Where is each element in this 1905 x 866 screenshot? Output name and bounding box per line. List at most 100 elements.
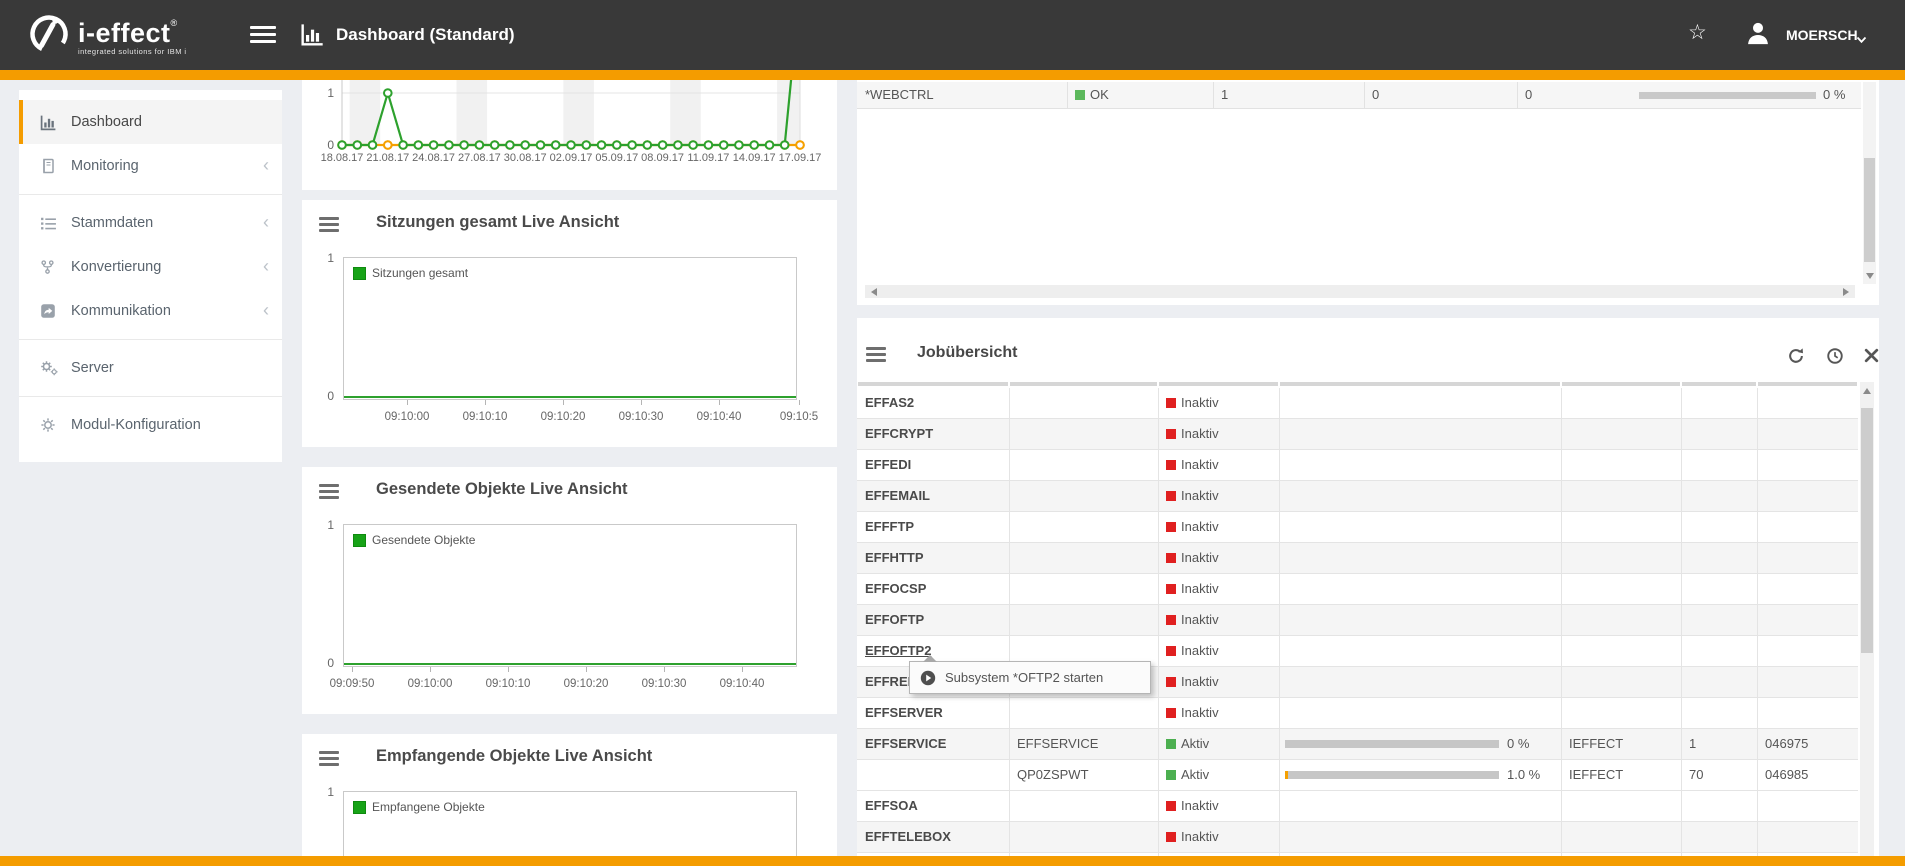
panel-menu-icon[interactable] <box>866 347 886 362</box>
scroll-down-icon[interactable] <box>1866 273 1874 279</box>
scrollbar-thumb[interactable] <box>1861 408 1873 653</box>
panel-menu-icon[interactable] <box>319 751 339 766</box>
panel-menu-icon[interactable] <box>319 217 339 232</box>
table-row[interactable]: *WEBCTRLOK1000 % <box>857 82 1861 109</box>
logo-swoosh-icon <box>26 11 72 62</box>
x-axis-label: 09:10:30 <box>619 411 664 423</box>
column-divider <box>1681 450 1682 480</box>
sidebar-item-server[interactable]: Server <box>19 346 282 390</box>
status-square <box>1166 708 1176 718</box>
subsystem-status-panel: *WEBCTRLOK1000 % <box>857 80 1879 305</box>
subsystem-name: *WEBCTRL <box>865 82 934 108</box>
x-axis-label: 09:10:5 <box>780 411 818 423</box>
status-square <box>1166 677 1176 687</box>
table-row[interactable]: EFFSERVERInaktiv <box>857 698 1858 729</box>
x-axis-label: 09:10:40 <box>720 678 765 690</box>
clock-icon[interactable] <box>1826 347 1844 365</box>
status-badge: Inaktiv <box>1166 667 1219 697</box>
user-avatar-icon[interactable] <box>1744 19 1772 52</box>
sidebar: DashboardMonitoring‹ Stammdaten‹Konvertie… <box>19 90 282 462</box>
column-divider <box>1561 760 1562 790</box>
table-row[interactable]: EFFAS2Inaktiv <box>857 388 1858 419</box>
job-table: EFFAS2InaktivEFFCRYPTInaktivEFFEDIInakti… <box>857 388 1858 856</box>
column-divider <box>1561 605 1562 635</box>
table-row[interactable]: EFFSERVICEEFFSERVICEAktiv0 %IEFFECT10469… <box>857 729 1858 760</box>
column-divider <box>1158 388 1159 418</box>
column-divider <box>1757 760 1758 790</box>
column-divider <box>1681 822 1682 852</box>
table-row[interactable]: EFFOFTPInaktiv <box>857 605 1858 636</box>
table-row[interactable]: EFFCRYPTInaktiv <box>857 419 1858 450</box>
progress-bar <box>1285 771 1499 779</box>
column-divider <box>1279 791 1280 821</box>
column-divider <box>1158 419 1159 449</box>
bar-chart-icon <box>40 114 60 131</box>
table-row[interactable]: EFFFTPInaktiv <box>857 512 1858 543</box>
scroll-up-icon[interactable] <box>1863 388 1871 394</box>
brand-logo[interactable]: i-effect® integrated solutions for IBM i <box>26 11 187 62</box>
column-divider <box>1561 667 1562 697</box>
scroll-right-icon[interactable] <box>1843 288 1849 296</box>
context-action-tooltip[interactable]: Subsystem *OFTP2 starten <box>909 661 1151 694</box>
column-divider <box>1681 729 1682 759</box>
sidebar-item-stammdaten[interactable]: Stammdaten‹ <box>19 201 282 245</box>
table-row[interactable]: QP0ZSPWTAktiv1.0 %IEFFECT70046985 <box>857 760 1858 791</box>
horizontal-scrollbar[interactable] <box>865 285 1855 298</box>
user-menu[interactable]: MOERSCH <box>1786 0 1858 70</box>
close-icon[interactable] <box>1863 347 1879 365</box>
column-divider <box>1681 481 1682 511</box>
menu-toggle-icon[interactable] <box>250 26 276 43</box>
column-divider <box>1681 388 1682 418</box>
vertical-scrollbar[interactable] <box>1860 382 1874 856</box>
live-chart-panel-gesendete: Gesendete Objekte Live Ansicht10Gesendet… <box>302 467 837 714</box>
column-divider <box>1681 543 1682 573</box>
column-divider <box>1158 698 1159 728</box>
column-divider <box>1681 760 1682 790</box>
column-divider <box>1279 636 1280 666</box>
table-row[interactable]: EFFEDIInaktiv <box>857 450 1858 481</box>
table-row[interactable]: EFFHTTPInaktiv <box>857 543 1858 574</box>
column-divider <box>1279 574 1280 604</box>
column-divider <box>1158 543 1159 573</box>
column-divider <box>1561 822 1562 852</box>
vertical-scrollbar[interactable] <box>1863 82 1876 284</box>
chevron-left-icon: ‹ <box>263 256 269 276</box>
x-axis-tick <box>563 400 564 405</box>
header-segment <box>1159 382 1278 386</box>
table-row[interactable]: EFFOCSPInaktiv <box>857 574 1858 605</box>
table-row[interactable]: EFFTELEBOXInaktiv <box>857 822 1858 853</box>
status-badge: Inaktiv <box>1166 698 1219 728</box>
subsystem-name: EFFEMAIL <box>865 481 930 511</box>
chart-legend: Gesendete Objekte <box>353 533 475 547</box>
sidebar-item-modul-konfiguration[interactable]: Modul-Konfiguration <box>19 403 282 447</box>
x-axis-tick <box>352 667 353 672</box>
refresh-icon[interactable] <box>1787 347 1805 365</box>
sidebar-item-konvertierung[interactable]: Konvertierung‹ <box>19 245 282 289</box>
sidebar-item-monitoring[interactable]: Monitoring‹ <box>19 144 282 188</box>
sidebar-item-kommunikation[interactable]: Kommunikation‹ <box>19 289 282 333</box>
column-divider <box>1158 605 1159 635</box>
column-divider <box>1158 450 1159 480</box>
column-divider <box>1681 574 1682 604</box>
panel-menu-icon[interactable] <box>319 484 339 499</box>
column-divider <box>1681 605 1682 635</box>
panel-title: Empfangende Objekte Live Ansicht <box>376 747 652 766</box>
favorite-star-icon[interactable]: ☆ <box>1688 20 1707 45</box>
cell-value: 0 <box>1372 82 1379 108</box>
table-row[interactable]: EFFEMAILInaktiv <box>857 481 1858 512</box>
table-row[interactable]: EFFSOAInaktiv <box>857 791 1858 822</box>
panel-title: Gesendete Objekte Live Ansicht <box>376 480 628 499</box>
column-divider <box>1364 82 1365 108</box>
scroll-left-icon[interactable] <box>871 288 877 296</box>
column-divider <box>1009 388 1010 418</box>
column-divider <box>1158 574 1159 604</box>
brand-subtitle: integrated solutions for IBM i <box>78 47 187 56</box>
column-divider <box>1757 481 1758 511</box>
subsystem-name: EFFSERVICE <box>865 729 946 759</box>
y-axis-max-label: 1 <box>316 785 334 799</box>
sidebar-item-dashboard[interactable]: Dashboard <box>19 100 282 144</box>
column-divider <box>1279 512 1280 542</box>
series-line <box>344 396 796 398</box>
scrollbar-thumb[interactable] <box>1864 158 1875 262</box>
status-square <box>1166 646 1176 656</box>
